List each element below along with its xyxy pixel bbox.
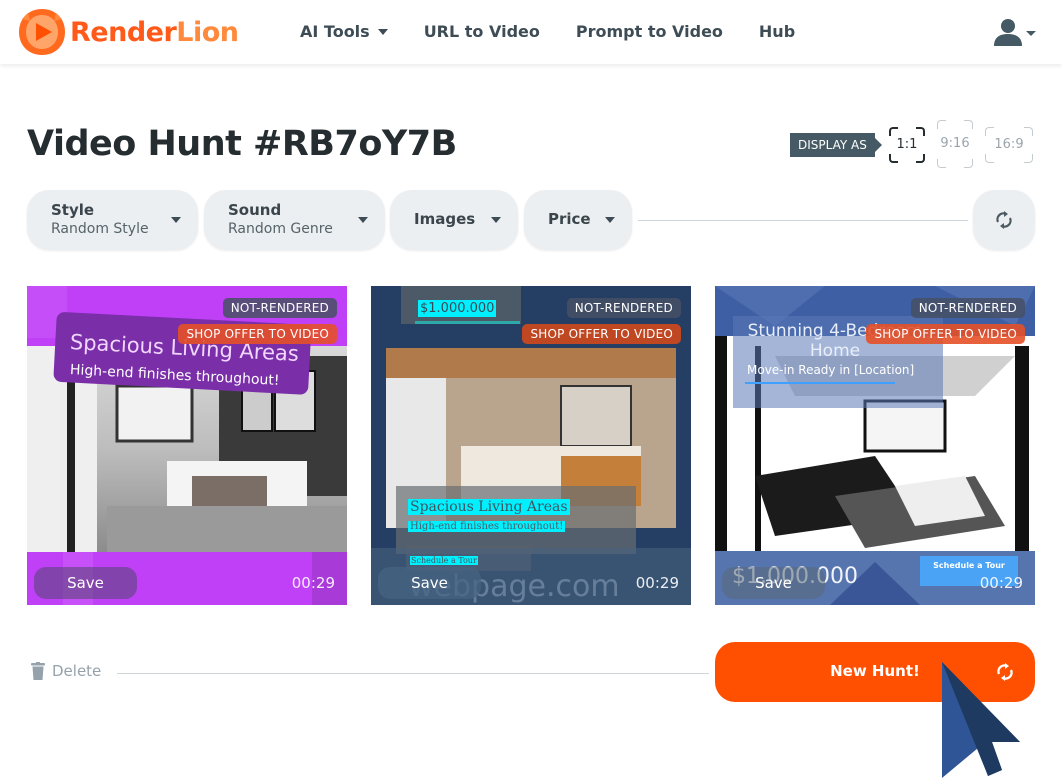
- trash-icon: [31, 662, 45, 680]
- price-filter-dropdown[interactable]: Price: [524, 190, 632, 250]
- display-as-label: DISPLAY AS: [790, 133, 882, 157]
- status-badge: NOT-RENDERED: [222, 298, 337, 318]
- sound-filter-value: Random Genre: [228, 221, 333, 237]
- user-icon: [994, 19, 1022, 46]
- ratio-9-16-button[interactable]: 9:16: [937, 120, 973, 168]
- lion-logo-icon: [19, 9, 65, 55]
- nav-ai-tools[interactable]: AI Tools: [300, 22, 388, 41]
- ratio-9-16-label: 9:16: [940, 136, 970, 151]
- card-subline: Move-in Ready in [Location]: [747, 363, 915, 377]
- shop-offer-button[interactable]: SHOP OFFER TO VIDEO: [522, 324, 681, 344]
- save-button[interactable]: Save: [722, 567, 825, 599]
- chevron-down-icon: [171, 217, 181, 223]
- shop-offer-button[interactable]: SHOP OFFER TO VIDEO: [178, 324, 337, 344]
- refresh-icon: [997, 663, 1013, 681]
- status-badge: NOT-RENDERED: [566, 298, 681, 318]
- nav-url-to-video-label: URL to Video: [423, 22, 540, 41]
- nav-prompt-to-video[interactable]: Prompt to Video: [576, 22, 723, 41]
- schedule-tour-button: Schedule a Tour: [933, 561, 1005, 570]
- status-badge: NOT-RENDERED: [910, 298, 1025, 318]
- video-card[interactable]: $1.000.000 Spacious Living Areas High-en…: [371, 286, 691, 605]
- divider: [117, 673, 709, 674]
- chevron-down-icon: [377, 28, 388, 35]
- nav-hub[interactable]: Hub: [759, 22, 795, 41]
- chevron-down-icon: [1026, 30, 1036, 36]
- style-filter-label: Style: [51, 201, 95, 219]
- shuffle-filters-button[interactable]: [973, 190, 1035, 250]
- video-duration: 00:29: [979, 574, 1023, 592]
- save-button[interactable]: Save: [378, 567, 481, 599]
- chevron-down-icon: [491, 217, 501, 223]
- nav-prompt-to-video-label: Prompt to Video: [575, 22, 723, 41]
- logo[interactable]: RenderLion: [16, 7, 239, 57]
- top-navbar: RenderLion AI Tools URL to Video Prompt …: [0, 0, 1062, 64]
- ratio-1-1-label: 1:1: [896, 137, 918, 152]
- images-filter-label: Images: [414, 210, 476, 228]
- price-filter-label: Price: [548, 210, 591, 228]
- style-filter-value: Random Style: [51, 221, 149, 237]
- user-menu[interactable]: [992, 17, 1036, 47]
- refresh-icon: [996, 211, 1012, 229]
- ratio-16-9-button[interactable]: 16:9: [985, 127, 1033, 163]
- sound-filter-dropdown[interactable]: Sound Random Genre: [204, 190, 385, 250]
- new-hunt-label: New Hunt!: [830, 662, 920, 680]
- card-subline: High-end finishes throughout!: [408, 521, 566, 532]
- cta-text: Schedule a Tour: [410, 556, 478, 565]
- nav-hub-label: Hub: [758, 22, 796, 41]
- chevron-down-icon: [605, 217, 615, 223]
- delete-label: Delete: [52, 662, 102, 680]
- video-duration: 00:29: [291, 574, 335, 592]
- style-filter-dropdown[interactable]: Style Random Style: [27, 190, 198, 250]
- logo-text: RenderLion: [70, 16, 239, 48]
- ratio-16-9-label: 16:9: [994, 137, 1024, 152]
- video-card[interactable]: Stunning 4-Bedroom Home Move-in Ready in…: [715, 286, 1035, 605]
- page-title: Video Hunt #RB7oY7B: [27, 124, 457, 164]
- card-headline: Spacious Living Areas: [408, 499, 570, 515]
- ratio-1-1-button[interactable]: 1:1: [889, 127, 925, 163]
- video-duration: 00:29: [635, 574, 679, 592]
- sound-filter-label: Sound: [228, 201, 282, 219]
- divider: [638, 220, 968, 221]
- nav-url-to-video[interactable]: URL to Video: [424, 22, 540, 41]
- images-filter-dropdown[interactable]: Images: [390, 190, 518, 250]
- save-button[interactable]: Save: [34, 567, 137, 599]
- chevron-down-icon: [358, 217, 368, 223]
- video-card[interactable]: Spacious Living Areas High-end finishes …: [27, 286, 347, 605]
- shop-offer-button[interactable]: SHOP OFFER TO VIDEO: [866, 324, 1025, 344]
- new-hunt-button[interactable]: New Hunt!: [715, 642, 1035, 702]
- nav-ai-tools-label: AI Tools: [300, 22, 370, 41]
- main-nav: AI Tools URL to Video Prompt to Video Hu…: [300, 22, 795, 41]
- price-text: $1.000.000: [418, 300, 497, 317]
- delete-button[interactable]: Delete: [31, 662, 101, 680]
